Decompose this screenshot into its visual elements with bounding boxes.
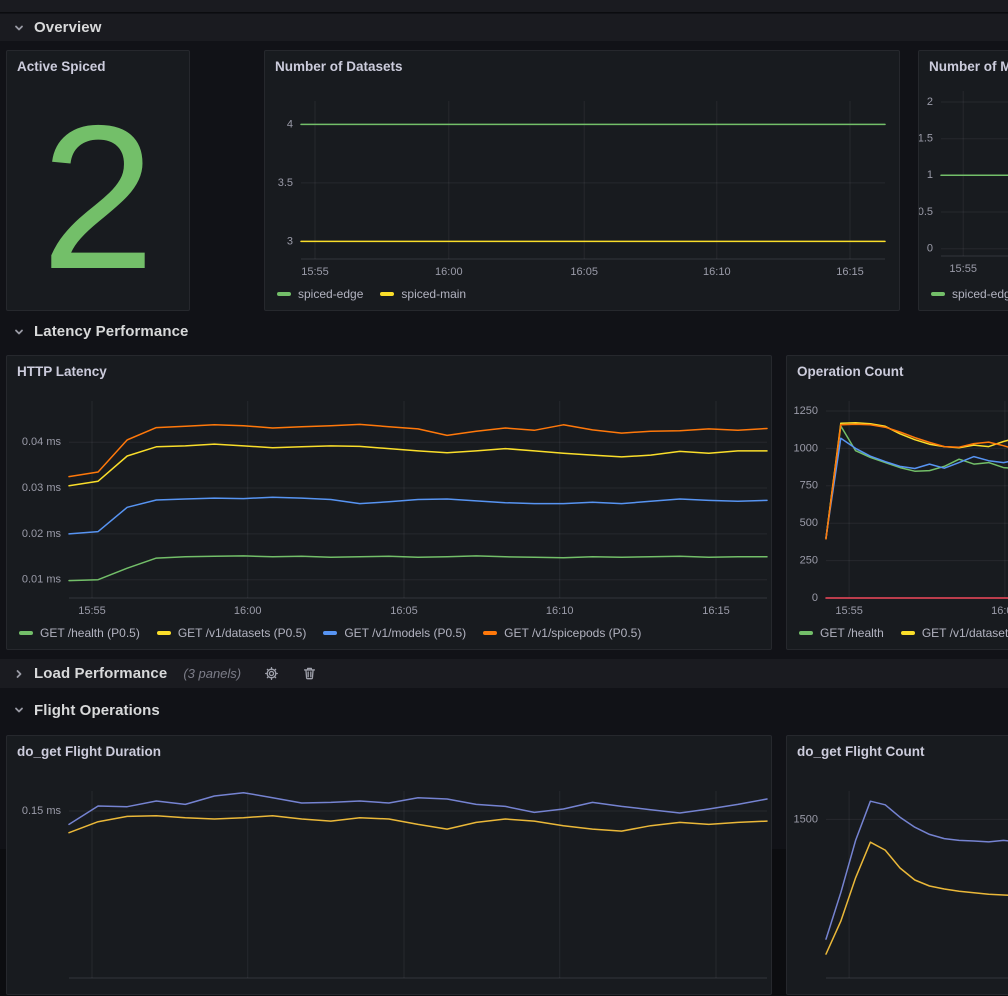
panel-title[interactable]: Active Spiced bbox=[17, 59, 106, 74]
legend-item[interactable]: spiced-edge bbox=[931, 287, 1008, 301]
svg-text:750: 750 bbox=[800, 480, 818, 492]
legend-swatch bbox=[380, 292, 394, 296]
svg-text:1000: 1000 bbox=[794, 442, 818, 454]
svg-text:0.15 ms: 0.15 ms bbox=[22, 805, 62, 817]
legend-item[interactable]: GET /v1/datasets bbox=[901, 626, 1008, 640]
toolbar-bottom-strip bbox=[0, 0, 1008, 13]
svg-text:16:15: 16:15 bbox=[702, 605, 730, 617]
svg-text:0.04 ms: 0.04 ms bbox=[22, 436, 62, 448]
chart-legend: GET /health (P0.5) GET /v1/datasets (P0.5… bbox=[19, 626, 641, 640]
chart-canvas[interactable]: 15:55 16:00 16:05 16:10 16:15 0.01 ms 0.02 ms 0… bbox=[7, 356, 773, 651]
legend-item[interactable]: GET /v1/spicepods (P0.5) bbox=[483, 626, 641, 640]
svg-text:3.5: 3.5 bbox=[278, 177, 293, 189]
legend-swatch bbox=[323, 631, 337, 635]
svg-text:4: 4 bbox=[287, 118, 293, 130]
svg-text:16:15: 16:15 bbox=[836, 266, 864, 278]
svg-text:15:55: 15:55 bbox=[949, 263, 977, 275]
chart-legend: spiced-edge bbox=[931, 287, 1008, 301]
chart-canvas[interactable]: 15:55 16:00 0 250 500 750 1000 1250 bbox=[787, 356, 1008, 651]
stat-container: 2 bbox=[7, 85, 189, 310]
chart-canvas[interactable]: 15:55 0 0.5 1 1.5 2 bbox=[919, 51, 1008, 312]
chart-canvas[interactable]: 1500 bbox=[787, 736, 1008, 996]
svg-text:15:55: 15:55 bbox=[78, 605, 106, 617]
legend-item[interactable]: GET /health (P0.5) bbox=[19, 626, 140, 640]
gear-icon[interactable] bbox=[264, 666, 279, 681]
svg-text:15:55: 15:55 bbox=[835, 605, 863, 617]
legend-swatch bbox=[931, 292, 945, 296]
legend-label: spiced-edge bbox=[298, 287, 363, 301]
legend-swatch bbox=[277, 292, 291, 296]
legend-label: GET /v1/datasets (P0.5) bbox=[178, 626, 307, 640]
legend-item[interactable]: GET /v1/models (P0.5) bbox=[323, 626, 466, 640]
legend-item[interactable]: GET /health bbox=[799, 626, 884, 640]
svg-text:250: 250 bbox=[800, 555, 818, 567]
svg-text:16:00: 16:00 bbox=[234, 605, 262, 617]
section-title: Latency Performance bbox=[34, 323, 188, 340]
chevron-down-icon bbox=[13, 22, 25, 34]
chevron-down-icon bbox=[13, 704, 25, 716]
panel-do-get-flight-duration: do_get Flight Duration 0.15 ms bbox=[6, 735, 772, 995]
stat-value: 2 bbox=[41, 95, 155, 300]
svg-text:16:10: 16:10 bbox=[703, 266, 731, 278]
panel-count-label: (3 panels) bbox=[183, 666, 241, 681]
chart-legend: GET /health GET /v1/datasets bbox=[799, 626, 1008, 640]
svg-text:0.5: 0.5 bbox=[919, 206, 933, 218]
section-title: Load Performance bbox=[34, 665, 167, 682]
trash-icon[interactable] bbox=[302, 666, 317, 681]
legend-swatch bbox=[483, 631, 497, 635]
legend-swatch bbox=[901, 631, 915, 635]
legend-label: spiced-edge bbox=[952, 287, 1008, 301]
legend-label: GET /v1/models (P0.5) bbox=[344, 626, 466, 640]
legend-item[interactable]: spiced-main bbox=[380, 287, 466, 301]
chart-legend: spiced-edge spiced-main bbox=[277, 287, 466, 301]
panel-operation-count: Operation Count 15:5516:0002505007501000… bbox=[786, 355, 1008, 650]
svg-text:1250: 1250 bbox=[794, 405, 818, 417]
dashboard: { "colors": { "green": "#73bf69", "yello… bbox=[0, 0, 1008, 849]
svg-text:15:55: 15:55 bbox=[301, 266, 329, 278]
svg-text:1500: 1500 bbox=[794, 813, 818, 825]
panel-number-of-models: Number of Models 15:5500.511.52 spiced-e… bbox=[918, 50, 1008, 311]
legend-label: GET /v1/datasets bbox=[922, 626, 1008, 640]
svg-text:16:00: 16:00 bbox=[991, 605, 1008, 617]
svg-text:0: 0 bbox=[927, 243, 933, 255]
legend-swatch bbox=[157, 631, 171, 635]
svg-text:16:05: 16:05 bbox=[390, 605, 418, 617]
section-row-overview[interactable]: Overview bbox=[0, 14, 1008, 41]
chevron-down-icon bbox=[13, 326, 25, 338]
svg-text:0: 0 bbox=[812, 592, 818, 604]
panel-active-spiced: Active Spiced 2 bbox=[6, 50, 190, 311]
svg-text:16:00: 16:00 bbox=[435, 266, 463, 278]
section-row-load-performance[interactable]: Load Performance (3 panels) bbox=[0, 659, 1008, 688]
panel-do-get-flight-count: do_get Flight Count 1500 bbox=[786, 735, 1008, 995]
legend-item[interactable]: spiced-edge bbox=[277, 287, 363, 301]
chevron-right-icon bbox=[13, 668, 25, 680]
legend-item[interactable]: GET /v1/datasets (P0.5) bbox=[157, 626, 307, 640]
svg-text:2: 2 bbox=[927, 96, 933, 108]
section-title: Overview bbox=[34, 19, 102, 36]
svg-text:0.02 ms: 0.02 ms bbox=[22, 528, 62, 540]
legend-swatch bbox=[19, 631, 33, 635]
chart-canvas[interactable]: 0.15 ms bbox=[7, 736, 773, 996]
svg-text:3: 3 bbox=[287, 235, 293, 247]
svg-text:1.5: 1.5 bbox=[919, 133, 933, 145]
legend-label: spiced-main bbox=[401, 287, 466, 301]
svg-text:500: 500 bbox=[800, 517, 818, 529]
svg-text:16:05: 16:05 bbox=[570, 266, 598, 278]
legend-label: GET /health bbox=[820, 626, 884, 640]
svg-text:1: 1 bbox=[927, 169, 933, 181]
chart-canvas[interactable]: 15:55 16:00 16:05 16:10 16:15 3 3.5 4 bbox=[265, 51, 901, 312]
svg-text:0.03 ms: 0.03 ms bbox=[22, 482, 62, 494]
svg-text:16:10: 16:10 bbox=[546, 605, 574, 617]
section-row-latency-performance[interactable]: Latency Performance bbox=[0, 318, 1008, 345]
legend-label: GET /health (P0.5) bbox=[40, 626, 140, 640]
panel-http-latency: HTTP Latency 15:5516:0016:0516:1016:150.… bbox=[6, 355, 772, 650]
panel-number-of-datasets: Number of Datasets 15:5516:0016:0516:101… bbox=[264, 50, 900, 311]
svg-text:0.01 ms: 0.01 ms bbox=[22, 574, 62, 586]
legend-swatch bbox=[799, 631, 813, 635]
legend-label: GET /v1/spicepods (P0.5) bbox=[504, 626, 641, 640]
section-title: Flight Operations bbox=[34, 702, 160, 719]
section-row-flight-operations[interactable]: Flight Operations bbox=[0, 696, 1008, 724]
